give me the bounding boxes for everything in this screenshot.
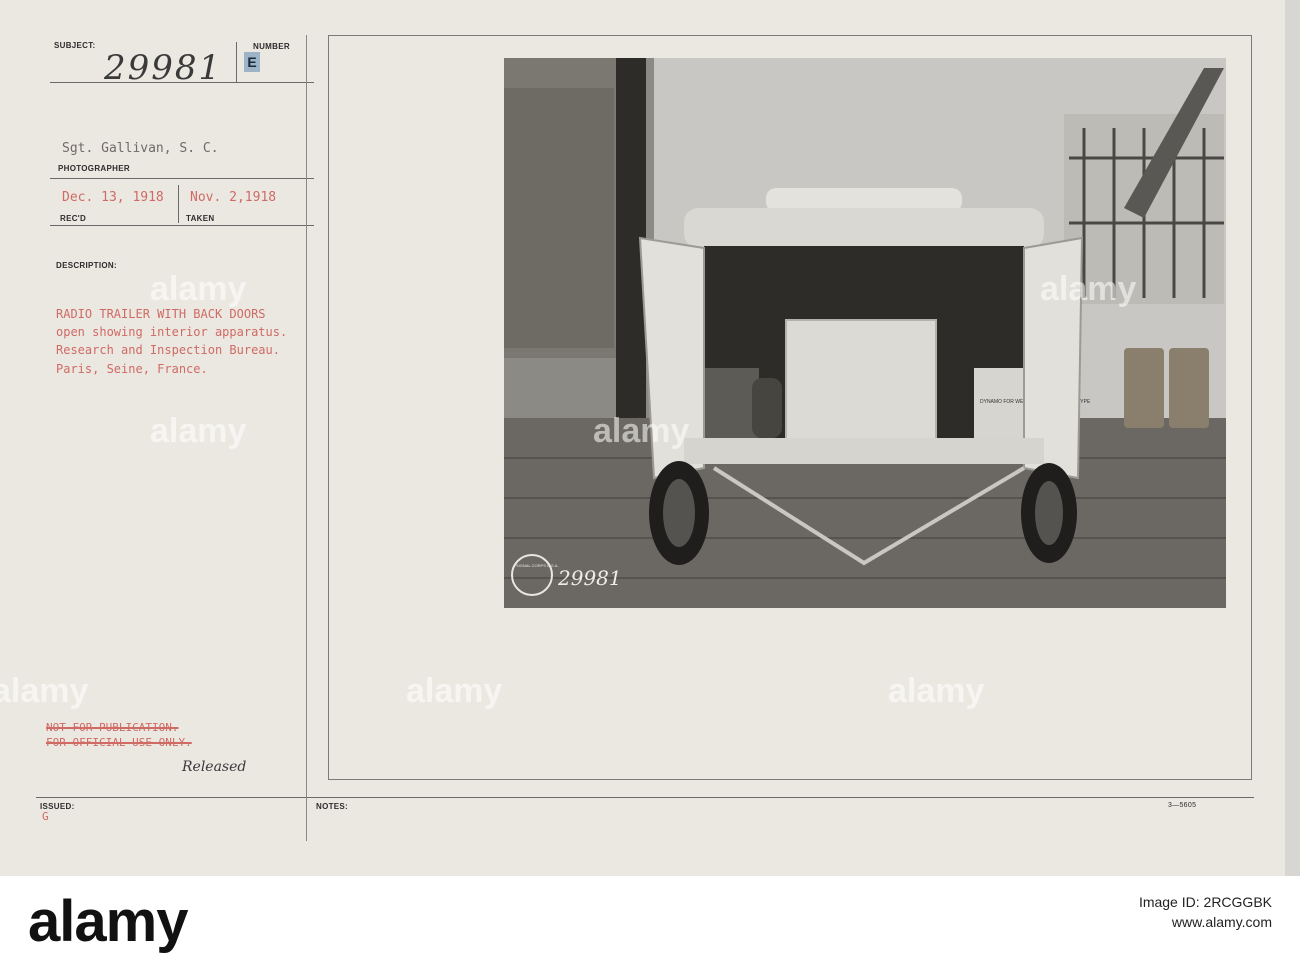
watermark: alamy	[1040, 270, 1137, 308]
issued-mark: G	[42, 810, 49, 823]
released-note: Released	[182, 759, 247, 775]
column-divider	[306, 35, 307, 841]
site-url[interactable]: www.alamy.com	[1139, 914, 1272, 930]
form-rule	[50, 178, 314, 179]
description-line: Research and Inspection Bureau.	[56, 343, 280, 357]
description-label: DESCRIPTION:	[56, 261, 117, 270]
received-label: REC'D	[60, 214, 87, 223]
date-divider	[178, 185, 179, 223]
watermark: alamy	[888, 672, 985, 710]
image-id-label: Image ID:	[1138, 894, 1200, 910]
watermark: alamy	[406, 672, 503, 710]
number-divider	[236, 42, 237, 82]
footer-bar: alamy Image ID: 2RCGGBK www.alamy.com	[0, 876, 1300, 964]
image-id-row: Image ID: 2RCGGBK	[1139, 894, 1272, 910]
form-rule	[50, 82, 314, 83]
radio-trailer-photo: DYNAMO FOR WESTINGHOUSE SIGNAL TYPE SIGN…	[504, 58, 1226, 608]
description-line: Paris, Seine, France.	[56, 362, 208, 376]
restriction-line: FOR OFFICIAL USE ONLY.	[46, 736, 192, 749]
photographer-label: PHOTOGRAPHER	[58, 164, 130, 173]
taken-label: TAKEN	[186, 214, 215, 223]
bottom-rule	[36, 797, 1254, 798]
photo-number: 29981	[557, 566, 622, 590]
watermark: alamy	[593, 412, 690, 450]
date-taken: Nov. 2,1918	[190, 190, 277, 205]
image-info: Image ID: 2RCGGBK www.alamy.com	[1139, 894, 1272, 930]
photographer-name: Sgt. Gallivan, S. C.	[62, 141, 219, 156]
form-rule	[50, 225, 314, 226]
restriction-line: NOT FOR PUBLICATION.	[46, 721, 179, 734]
notes-label: NOTES:	[316, 802, 349, 811]
footer-logo[interactable]: alamy	[28, 888, 188, 955]
archive-card: SUBJECT: NUMBER 29981 E Sgt. Gallivan, S…	[0, 0, 1285, 876]
subject-label: SUBJECT:	[54, 41, 96, 50]
image-id: 2RCGGBK	[1203, 894, 1272, 910]
watermark: alamy	[150, 412, 247, 450]
archival-photograph: DYNAMO FOR WESTINGHOUSE SIGNAL TYPE SIGN…	[504, 58, 1226, 608]
description-line: open showing interior apparatus.	[56, 325, 288, 339]
number-badge: E	[244, 52, 260, 72]
watermark: alamy	[0, 672, 89, 710]
number-label: NUMBER	[253, 42, 290, 51]
date-received: Dec. 13, 1918	[62, 190, 164, 205]
description-line: RADIO TRAILER WITH BACK DOORS	[56, 307, 266, 321]
signal-corps-stamp: SIGNAL CORPS U.S.A.	[516, 563, 559, 568]
form-number: 3—5605	[1168, 802, 1197, 809]
watermark: alamy	[150, 270, 247, 308]
